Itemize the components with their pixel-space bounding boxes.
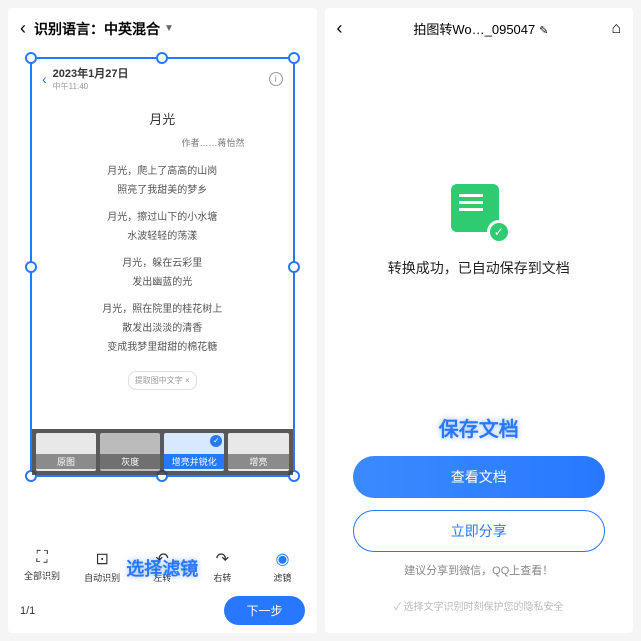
filter-brighten-sharpen[interactable]: ✓ 增亮并锐化 (164, 433, 224, 471)
tool-filter[interactable]: ◉滤镜 (252, 549, 312, 584)
crop-handle-tr[interactable] (288, 52, 300, 64)
header-left: ‹ 识别语言： 中英混合 ▼ (8, 8, 317, 49)
page-indicator: 1/1 (20, 605, 35, 617)
chevron-down-icon[interactable]: ▼ (164, 23, 174, 34)
info-icon: i (269, 72, 283, 86)
tool-rotate-right[interactable]: ↷右转 (192, 549, 252, 584)
footer-left: 1/1 下一步 (8, 588, 317, 633)
auto-icon: ⊡ (72, 549, 132, 569)
doc-title-right: 拍图转Wo…_095047✎ (351, 19, 612, 38)
filter-original[interactable]: 原图 (36, 433, 96, 471)
check-badge-icon: ✓ (487, 220, 511, 244)
tool-auto-recognize[interactable]: ⊡自动识别 (72, 549, 132, 584)
crop-handle-ml[interactable] (25, 261, 37, 273)
doc-author: 作者……蒋怡然 (50, 135, 275, 152)
full-icon: ⛶ (12, 549, 72, 567)
tool-full-recognize[interactable]: ⛶全部识别 (12, 549, 72, 584)
callout-save-doc: 保存文档 (353, 413, 606, 442)
filter-gray[interactable]: 灰度 (100, 433, 160, 471)
crop-handle-tl[interactable] (25, 52, 37, 64)
success-area: ✓ 转换成功，已自动保存到文档 (325, 49, 634, 413)
success-icon: ✓ (451, 184, 507, 240)
actions: 保存文档 查看文档 立即分享 建议分享到微信，QQ上查看！ 选择文字识别时刻保护… (325, 413, 634, 633)
privacy-note: 选择文字识别时刻保护您的隐私安全 (353, 598, 606, 613)
crop-handle-mr[interactable] (288, 261, 300, 273)
home-icon[interactable]: ⌂ (611, 20, 621, 38)
callout-select-filter: 选择滤镜 (126, 555, 198, 581)
share-hint: 建议分享到微信，QQ上查看！ (353, 562, 606, 578)
doc-header: ‹ 2023年1月27日 中午11:40 i (32, 59, 293, 98)
share-button[interactable]: 立即分享 (353, 510, 606, 552)
back-icon[interactable]: ‹ (337, 18, 343, 39)
edit-icon[interactable]: ✎ (539, 25, 548, 37)
next-button[interactable]: 下一步 (224, 596, 304, 625)
crop-canvas: ‹ 2023年1月27日 中午11:40 i 月光 作者……蒋怡然 月光，爬上了… (8, 49, 317, 541)
header-right: ‹ 拍图转Wo…_095047✎ ⌂ (325, 8, 634, 49)
back-icon[interactable]: ‹ (20, 18, 26, 39)
success-text: 转换成功，已自动保存到文档 (388, 258, 570, 278)
view-doc-button[interactable]: 查看文档 (353, 456, 606, 498)
filter-brighten[interactable]: 增亮 (228, 433, 288, 471)
lang-value[interactable]: 中英混合 (104, 19, 160, 39)
filter-strip: 原图 灰度 ✓ 增亮并锐化 增亮 (32, 429, 293, 475)
rotate-right-icon: ↷ (192, 549, 252, 569)
right-screen: ‹ 拍图转Wo…_095047✎ ⌂ ✓ 转换成功，已自动保存到文档 保存文档 … (325, 8, 634, 633)
left-screen: ‹ 识别语言： 中英混合 ▼ ‹ 2023年1月27日 中午11:40 i (8, 8, 317, 633)
filter-icon: ◉ (252, 549, 312, 569)
lang-label: 识别语言： (34, 19, 104, 39)
doc-body: 月光 作者……蒋怡然 月光，爬上了高高的山岗照亮了我甜美的梦乡 月光，擦过山下的… (32, 98, 293, 400)
doc-title: 月光 (50, 108, 275, 133)
crop-box[interactable]: ‹ 2023年1月27日 中午11:40 i 月光 作者……蒋怡然 月光，爬上了… (30, 57, 295, 477)
doc-date: 2023年1月27日 (53, 65, 129, 81)
doc-tag: 提取图中文字 × (128, 371, 197, 390)
doc-back-icon: ‹ (42, 71, 47, 87)
doc-time: 中午11:40 (53, 81, 129, 92)
